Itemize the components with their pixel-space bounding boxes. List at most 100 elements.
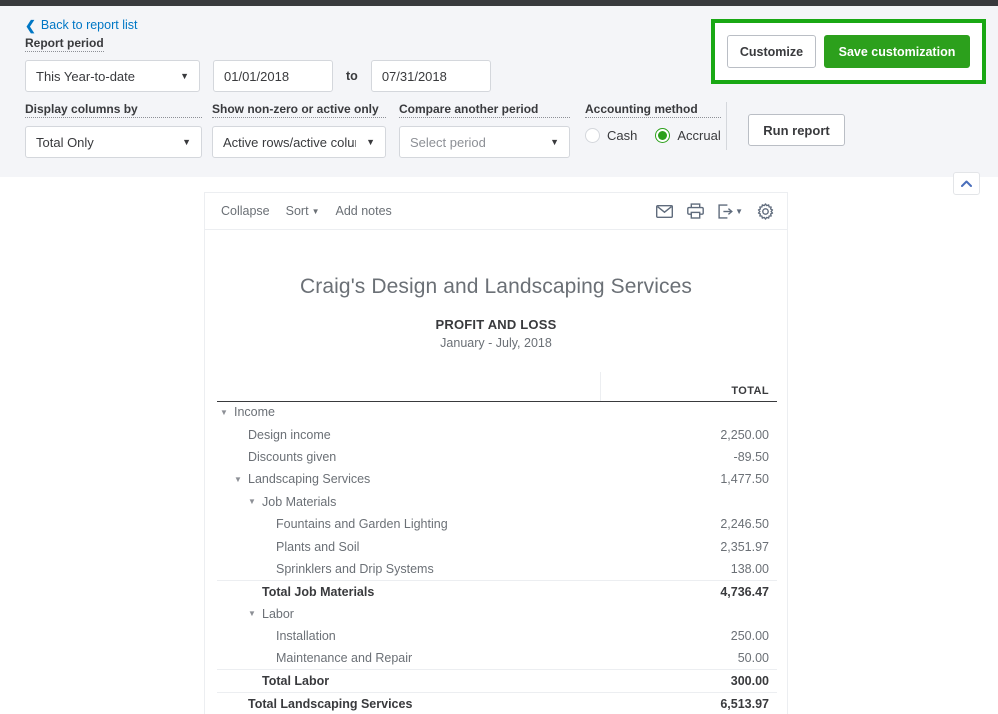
back-to-report-list-link[interactable]: ❮ Back to report list <box>25 18 137 32</box>
report-period-select[interactable]: This Year-to-date ▼ <box>25 60 200 92</box>
row-label-cell: Total Labor <box>217 670 600 692</box>
row-label: Total Job Materials <box>262 585 374 599</box>
accounting-method-label: Accounting method <box>585 102 721 118</box>
gear-icon[interactable] <box>757 203 774 220</box>
expander-triangle-icon[interactable]: ▼ <box>234 475 243 484</box>
row-amount: 4,736.47 <box>600 580 777 602</box>
row-label-cell: Sprinklers and Drip Systems <box>217 558 600 580</box>
compare-period-group: Compare another period Select period ▼ <box>399 102 570 158</box>
report-date-range: January - July, 2018 <box>217 336 775 350</box>
chevron-down-icon: ▼ <box>356 137 375 147</box>
row-label-cell: Total Job Materials <box>217 580 600 602</box>
table-row: Discounts given-89.50 <box>217 446 777 468</box>
expander-triangle-icon[interactable]: ▼ <box>248 609 257 618</box>
chevron-down-icon: ▼ <box>170 71 189 81</box>
row-amount: 138.00 <box>600 558 777 580</box>
table-header-row: TOTAL <box>217 372 777 401</box>
print-icon[interactable] <box>687 203 704 219</box>
table-row: Total Job Materials 4,736.47 <box>217 580 777 602</box>
report-card: Collapse Sort ▼ Add notes <box>204 192 788 714</box>
table-row: Maintenance and Repair 50.00 <box>217 647 777 669</box>
radio-accrual-label: Accrual <box>677 128 720 143</box>
nonzero-active-group: Show non-zero or active only Active rows… <box>212 102 386 158</box>
accounting-method-group: Accounting method Cash Accrual <box>585 102 721 143</box>
chevron-down-icon: ▼ <box>172 137 191 147</box>
row-amount: 1,477.50 <box>600 468 777 490</box>
table-row: ▼ Job Materials <box>217 491 777 513</box>
row-label: Installation <box>276 629 336 643</box>
customize-button[interactable]: Customize <box>727 35 816 68</box>
collapse-label: Collapse <box>221 204 270 218</box>
nonzero-active-value: Active rows/active columns <box>223 135 356 150</box>
row-amount: 2,351.97 <box>600 535 777 557</box>
display-columns-select[interactable]: Total Only ▼ <box>25 126 202 158</box>
report-body: Craig's Design and Landscaping Services … <box>205 230 787 714</box>
date-range-to-label: to <box>346 69 358 83</box>
radio-cash-label: Cash <box>607 128 637 143</box>
row-label-cell: ▼ Landscaping Services <box>217 468 600 490</box>
row-amount: 2,246.50 <box>600 513 777 535</box>
row-label-cell: Plants and Soil <box>217 535 600 557</box>
add-notes-label: Add notes <box>336 204 392 218</box>
row-label: Design income <box>248 428 331 442</box>
back-link-label: Back to report list <box>41 18 138 32</box>
table-row: Installation250.00 <box>217 625 777 647</box>
row-label: Discounts given <box>248 450 336 464</box>
customization-highlight-box: Customize Save customization <box>711 19 986 84</box>
report-title: PROFIT AND LOSS <box>217 317 775 332</box>
table-row: ▼ Labor <box>217 603 777 625</box>
row-label: Total Labor <box>262 674 329 688</box>
row-label-cell: Design income <box>217 423 600 445</box>
chevron-down-icon: ▼ <box>312 207 320 216</box>
expander-triangle-icon[interactable]: ▼ <box>248 497 257 506</box>
report-toolbar: Collapse Sort ▼ Add notes <box>205 193 787 230</box>
table-row: Design income 2,250.00 <box>217 423 777 445</box>
header-total: TOTAL <box>600 372 777 401</box>
table-row: ▼ Income <box>217 401 777 423</box>
row-label: Labor <box>262 607 294 621</box>
row-amount: 50.00 <box>600 647 777 669</box>
row-amount: 2,250.00 <box>600 423 777 445</box>
nonzero-active-label: Show non-zero or active only <box>212 102 386 118</box>
date-to-input[interactable]: 07/31/2018 <box>371 60 491 92</box>
row-label: Job Materials <box>262 495 336 509</box>
row-label-cell: Fountains and Garden Lighting <box>217 513 600 535</box>
date-from-value: 01/01/2018 <box>224 69 289 84</box>
row-amount: 6,513.97 <box>600 692 777 714</box>
row-label: Landscaping Services <box>248 472 370 486</box>
save-customization-button[interactable]: Save customization <box>824 35 970 68</box>
profit-and-loss-table: TOTAL ▼IncomeDesign income2,250.00Discou… <box>217 372 777 714</box>
row-label: Maintenance and Repair <box>276 651 412 665</box>
radio-cash-dot <box>585 128 600 143</box>
compare-period-value: Select period <box>410 135 486 150</box>
date-from-input[interactable]: 01/01/2018 <box>213 60 333 92</box>
row-label: Sprinklers and Drip Systems <box>276 562 434 576</box>
radio-accrual-dot <box>655 128 670 143</box>
row-label: Income <box>234 405 275 419</box>
sort-button[interactable]: Sort ▼ <box>286 204 320 218</box>
collapse-header-button[interactable] <box>953 172 980 195</box>
row-amount <box>600 491 777 513</box>
chevron-down-icon: ▼ <box>735 207 743 216</box>
email-icon[interactable] <box>656 205 673 218</box>
collapse-button[interactable]: Collapse <box>221 204 270 218</box>
row-amount: 300.00 <box>600 670 777 692</box>
expander-triangle-icon[interactable]: ▼ <box>220 408 229 417</box>
profit-and-loss-rows: ▼IncomeDesign income2,250.00Discounts gi… <box>217 401 777 714</box>
company-name: Craig's Design and Landscaping Services <box>217 230 775 299</box>
row-label-cell: Installation <box>217 625 600 647</box>
header-blank <box>217 372 600 401</box>
table-row: Sprinklers and Drip Systems 138.00 <box>217 558 777 580</box>
add-notes-button[interactable]: Add notes <box>336 204 392 218</box>
nonzero-active-select[interactable]: Active rows/active columns ▼ <box>212 126 386 158</box>
export-icon[interactable]: ▼ <box>718 204 743 219</box>
row-label: Fountains and Garden Lighting <box>276 517 448 531</box>
run-report-button[interactable]: Run report <box>748 114 845 146</box>
radio-cash[interactable]: Cash <box>585 128 637 143</box>
display-columns-label: Display columns by <box>25 102 202 118</box>
sort-label: Sort <box>286 204 309 218</box>
compare-period-select[interactable]: Select period ▼ <box>399 126 570 158</box>
radio-accrual[interactable]: Accrual <box>655 128 720 143</box>
row-amount <box>600 603 777 625</box>
row-label: Plants and Soil <box>276 540 359 554</box>
